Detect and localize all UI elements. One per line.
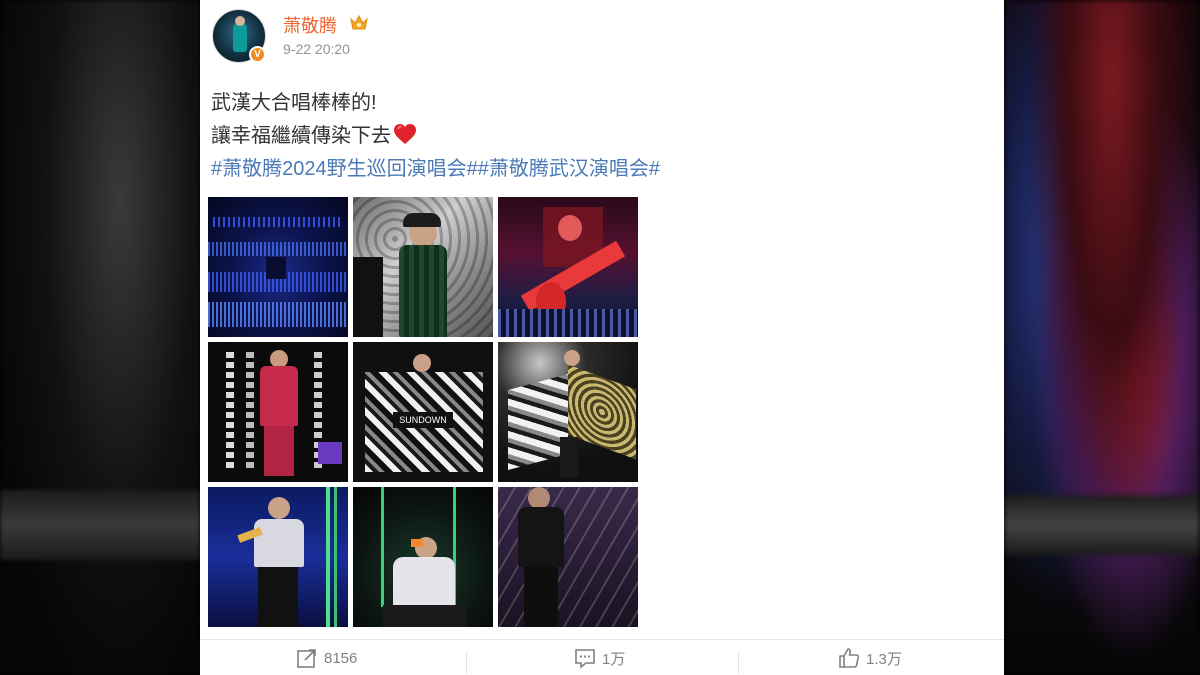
hashtags: #萧敬腾2024野生巡回演唱会##萧敬腾武汉演唱会#	[211, 152, 660, 181]
post-text-line-2: 讓幸福繼續傳染下去	[211, 119, 417, 148]
hashtag-tour-link[interactable]: #萧敬腾2024野生巡回演唱会#	[211, 158, 478, 180]
photo-white-jacket-kneeling[interactable]	[353, 487, 493, 627]
verified-badge-icon: V	[249, 46, 266, 63]
photo-pink-suit-stage[interactable]	[208, 342, 348, 482]
crown-icon	[350, 14, 368, 30]
photo-white-jacket-blue[interactable]	[208, 487, 348, 627]
weibo-post-card: V 萧敬腾 9-22 20:20 武漢大合唱棒棒的! 讓幸福繼續傳染下去 #萧敬…	[200, 0, 1004, 675]
repost-count: 8156	[324, 649, 358, 667]
blurred-background-left	[0, 0, 200, 675]
photo-green-plaid-suit[interactable]	[353, 197, 493, 337]
photo-crowd-blue-lights[interactable]	[208, 197, 348, 337]
photo-grid: SUNDOWN	[208, 197, 640, 629]
comment-icon	[575, 649, 595, 669]
username-link[interactable]: 萧敬腾	[283, 12, 337, 38]
photo-black-white-cape[interactable]: SUNDOWN	[353, 342, 493, 482]
photo-cape-leopard[interactable]	[498, 342, 638, 482]
repost-button[interactable]: 8156	[296, 640, 357, 675]
red-heart-icon	[394, 124, 416, 144]
photo-black-outfit-confetti[interactable]	[498, 487, 638, 627]
action-bar: 8156 1万 1.3万	[200, 639, 1004, 675]
post-timestamp[interactable]: 9-22 20:20	[283, 41, 350, 57]
blurred-background-right	[1004, 0, 1200, 675]
action-divider	[466, 652, 467, 674]
action-divider	[738, 652, 739, 674]
thumbs-up-icon	[839, 648, 860, 668]
like-button[interactable]: 1.3万	[838, 640, 902, 675]
repost-icon	[297, 649, 316, 668]
like-count: 1.3万	[866, 650, 902, 668]
post-text-line-1: 武漢大合唱棒棒的!	[211, 92, 377, 114]
comment-button[interactable]: 1万	[574, 640, 625, 675]
comment-count: 1万	[602, 650, 626, 668]
hashtag-wuhan-link[interactable]: #萧敬腾武汉演唱会#	[478, 158, 660, 180]
photo-red-guitar-screen[interactable]	[498, 197, 638, 337]
post-text-line-2-label: 讓幸福繼續傳染下去	[211, 125, 391, 147]
